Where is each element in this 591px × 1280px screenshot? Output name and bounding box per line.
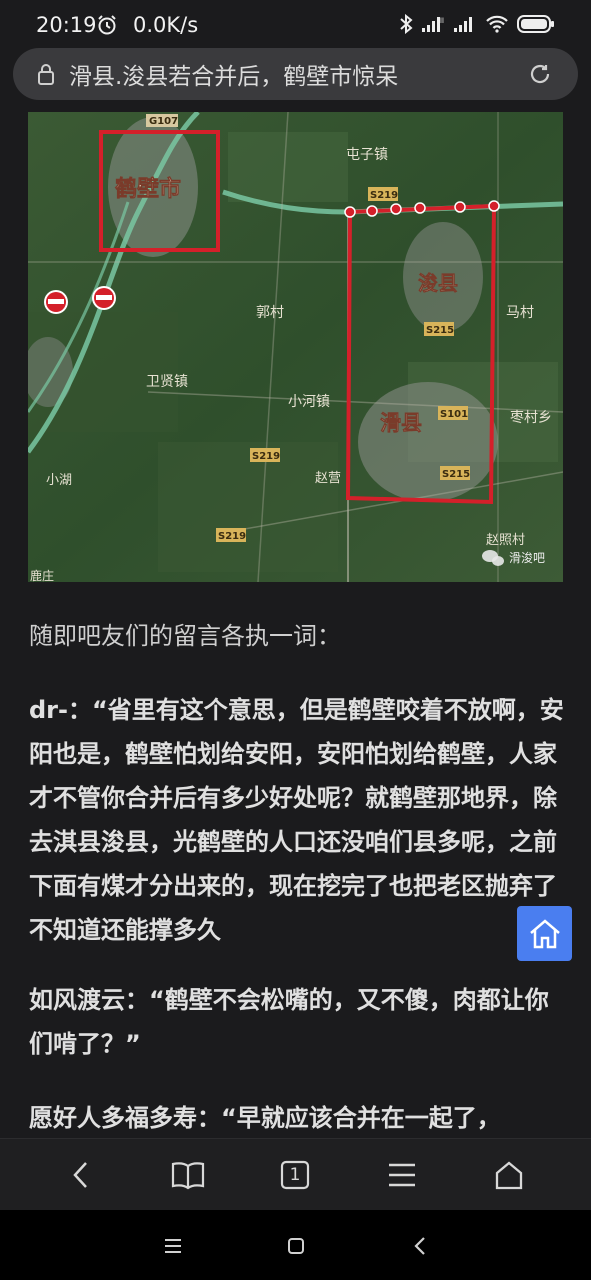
road-s219-a: S219 [370, 190, 398, 201]
signal-icon-1: ll [421, 15, 445, 37]
map-label-guocun: 郭村 [256, 304, 284, 321]
menu-button[interactable] [382, 1155, 422, 1195]
map-watermark: 滑浚吧 [509, 550, 545, 565]
home-outline-icon [495, 1161, 523, 1190]
comment-2: 如风渡云：“鹤壁不会松嘴的，又不傻，肉都让你们啃了？” [29, 978, 569, 1066]
map-label-macun: 马村 [506, 305, 534, 321]
road-s215-a: S215 [426, 325, 454, 336]
wifi-icon [485, 15, 509, 37]
comment-3-user: 愿好人多福多寿： [29, 1104, 221, 1132]
article-intro: 随即吧友们的留言各执一词： [29, 622, 341, 650]
tabs-button[interactable]: 1 [275, 1155, 315, 1195]
map-label-zaocun: 枣村乡 [510, 410, 552, 426]
back-button[interactable] [61, 1155, 101, 1195]
road-s219-c: S219 [218, 531, 246, 542]
browser-toolbar: 1 [0, 1138, 591, 1210]
road-s219-b: S219 [252, 451, 280, 462]
reload-icon[interactable] [528, 62, 552, 90]
home-button[interactable] [489, 1155, 529, 1195]
tab-count: 1 [289, 1165, 301, 1185]
road-g107: G107 [149, 116, 178, 127]
status-bar: 20:19 0.0K/s ll [0, 0, 591, 48]
article-content[interactable]: 鹤壁市 浚县 滑县 屯子镇 卫贤镇 小河镇 郭村 马村 枣村乡 小湖 赵营 赵照… [0, 108, 591, 1138]
system-home-button[interactable] [281, 1231, 311, 1261]
battery-icon [517, 14, 555, 38]
comment-3-text: “早就应该合并在一起了， [221, 1104, 501, 1132]
network-speed: 0.0K/s [133, 13, 199, 37]
system-back-button[interactable] [405, 1231, 435, 1261]
map-image: 鹤壁市 浚县 滑县 屯子镇 卫贤镇 小河镇 郭村 马村 枣村乡 小湖 赵营 赵照… [28, 112, 563, 582]
recents-button[interactable] [158, 1231, 188, 1261]
map-label-hebi: 鹤壁市 [115, 176, 181, 202]
map-label-tunzi: 屯子镇 [346, 147, 388, 163]
menu-lines-icon [165, 1239, 181, 1253]
system-nav-bar [0, 1210, 591, 1280]
comment-1: dr-：“省里有这个意思，但是鹤壁咬着不放啊，安阳也是，鹤壁怕划给安阳，安阳怕划… [29, 688, 569, 952]
square-icon [288, 1238, 304, 1254]
alarm-icon [96, 14, 118, 40]
status-time: 20:19 [36, 13, 97, 37]
map-label-weixian: 卫贤镇 [146, 374, 188, 390]
map-label-zhaocun: 赵照村 [486, 533, 525, 548]
comment-2-user: 如风渡云： [29, 986, 149, 1014]
map-label-xiaohu: 小湖 [46, 473, 72, 488]
lock-icon [37, 62, 55, 90]
chevron-left-icon [73, 1162, 87, 1188]
svg-text:ll: ll [440, 17, 444, 25]
map-label-zhaoying: 赵营 [315, 471, 341, 486]
page-title[interactable]: 滑县.浚县若合并后，鹤壁市惊呆 [69, 57, 489, 91]
bookmarks-button[interactable] [168, 1155, 208, 1195]
comment-3: 愿好人多福多寿：“早就应该合并在一起了， [29, 1096, 569, 1138]
map-label-huaxian: 滑县 [380, 411, 422, 435]
road-s101: S101 [440, 409, 468, 420]
home-float-button[interactable] [517, 906, 572, 961]
signal-icon-2 [453, 15, 477, 37]
menu-icon [389, 1163, 415, 1187]
map-label-xiaohe: 小河镇 [288, 394, 330, 410]
map-label-lutai: 鹿庄 [30, 568, 54, 582]
address-bar[interactable]: 滑县.浚县若合并后，鹤壁市惊呆 [13, 48, 578, 100]
home-icon [529, 918, 560, 948]
comment-1-user: dr-： [29, 696, 92, 724]
bluetooth-icon [399, 13, 413, 38]
road-s215-b: S215 [442, 469, 470, 480]
map-label-xunxian: 浚县 [418, 271, 458, 295]
comment-1-text: “省里有这个意思，但是鹤壁咬着不放啊，安阳也是，鹤壁怕划给安阳，安阳怕划给鹤壁，… [29, 696, 564, 944]
book-icon [171, 1162, 205, 1190]
chevron-left-small-icon [414, 1237, 425, 1255]
